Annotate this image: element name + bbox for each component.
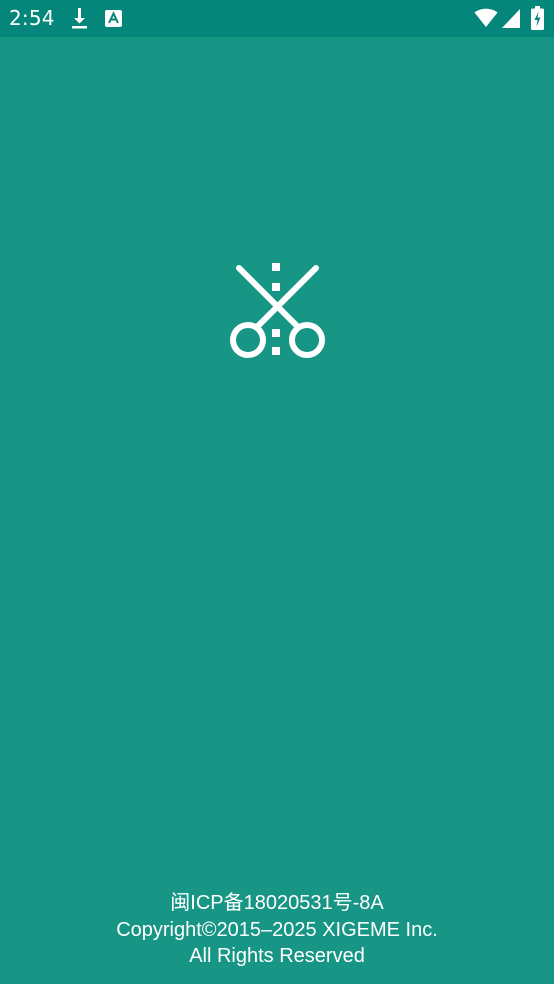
rights-reserved-text: All Rights Reserved [189, 945, 365, 967]
scissors-cut-icon [230, 263, 325, 358]
status-time: 2:54 [9, 6, 55, 30]
copyright-text: Copyright©2015–2025 XIGEME Inc. [116, 919, 438, 941]
wifi-icon [474, 8, 498, 27]
download-icon [72, 8, 87, 29]
icp-license-text: 闽ICP备18020531号-8A [170, 892, 384, 914]
cellular-signal-icon [502, 9, 520, 28]
font-a-icon [105, 10, 122, 27]
status-bar: 2:54 [0, 0, 554, 37]
battery-charging-icon [531, 6, 544, 30]
